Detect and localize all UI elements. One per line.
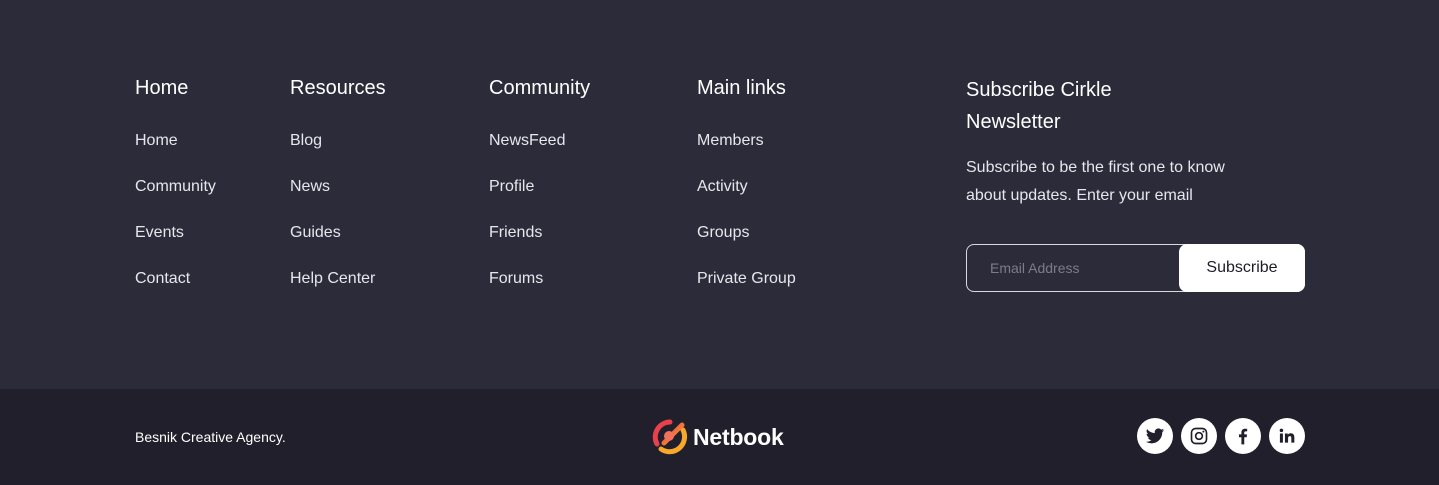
linkedin-link[interactable] xyxy=(1269,418,1305,454)
link-guides[interactable]: Guides xyxy=(290,223,386,269)
twitter-link[interactable] xyxy=(1137,418,1173,454)
link-list-resources: Blog News Guides Help Center xyxy=(290,131,386,315)
link-groups[interactable]: Groups xyxy=(697,223,796,269)
footer-column-home: Home Home Community Events Contact xyxy=(135,76,216,315)
link-newsfeed[interactable]: NewsFeed xyxy=(489,131,590,177)
column-title-resources: Resources xyxy=(290,77,386,99)
facebook-icon xyxy=(1239,428,1248,445)
brand-logo[interactable]: Netbook xyxy=(652,419,784,455)
twitter-icon xyxy=(1145,428,1165,444)
link-community[interactable]: Community xyxy=(135,177,216,223)
link-list-home: Home Community Events Contact xyxy=(135,131,216,315)
footer-column-community: Community NewsFeed Profile Friends Forum… xyxy=(489,76,590,315)
brand-name: Netbook xyxy=(693,423,784,450)
site-footer: Home Home Community Events Contact Resou… xyxy=(0,0,1439,485)
link-members[interactable]: Members xyxy=(697,131,796,177)
column-title-main-links: Main links xyxy=(697,77,786,99)
link-friends[interactable]: Friends xyxy=(489,223,590,269)
link-contact[interactable]: Contact xyxy=(135,269,216,315)
link-news[interactable]: News xyxy=(290,177,386,223)
link-events[interactable]: Events xyxy=(135,223,216,269)
column-title-home: Home xyxy=(135,77,189,99)
email-input[interactable] xyxy=(967,245,1182,291)
social-links xyxy=(1137,418,1305,454)
linkedin-icon xyxy=(1279,428,1295,443)
newsletter-section: Subscribe Cirkle Newsletter Subscribe to… xyxy=(966,76,1306,292)
instagram-link[interactable] xyxy=(1181,418,1217,454)
footer-bottom: Besnik Creative Agency. Netbook xyxy=(0,389,1439,485)
link-private-group[interactable]: Private Group xyxy=(697,269,796,315)
footer-top: Home Home Community Events Contact Resou… xyxy=(0,0,1439,389)
newsletter-description: Subscribe to be the first one to know ab… xyxy=(966,159,1225,204)
instagram-icon xyxy=(1190,427,1208,445)
footer-column-main-links: Main links Members Activity Groups Priva… xyxy=(697,76,796,315)
link-forums[interactable]: Forums xyxy=(489,269,590,315)
facebook-link[interactable] xyxy=(1225,418,1261,454)
copyright-text: Besnik Creative Agency. xyxy=(135,429,286,445)
newsletter-title: Subscribe Cirkle Newsletter xyxy=(966,79,1112,133)
link-activity[interactable]: Activity xyxy=(697,177,796,223)
subscribe-button[interactable]: Subscribe xyxy=(1179,244,1305,292)
link-list-main-links: Members Activity Groups Private Group xyxy=(697,131,796,315)
netbook-logo-icon xyxy=(652,419,688,455)
column-title-community: Community xyxy=(489,77,591,99)
link-help-center[interactable]: Help Center xyxy=(290,269,386,315)
link-list-community: NewsFeed Profile Friends Forums xyxy=(489,131,590,315)
newsletter-form: Subscribe xyxy=(966,244,1305,292)
link-profile[interactable]: Profile xyxy=(489,177,590,223)
link-home[interactable]: Home xyxy=(135,131,216,177)
link-blog[interactable]: Blog xyxy=(290,131,386,177)
footer-column-resources: Resources Blog News Guides Help Center xyxy=(290,76,386,315)
